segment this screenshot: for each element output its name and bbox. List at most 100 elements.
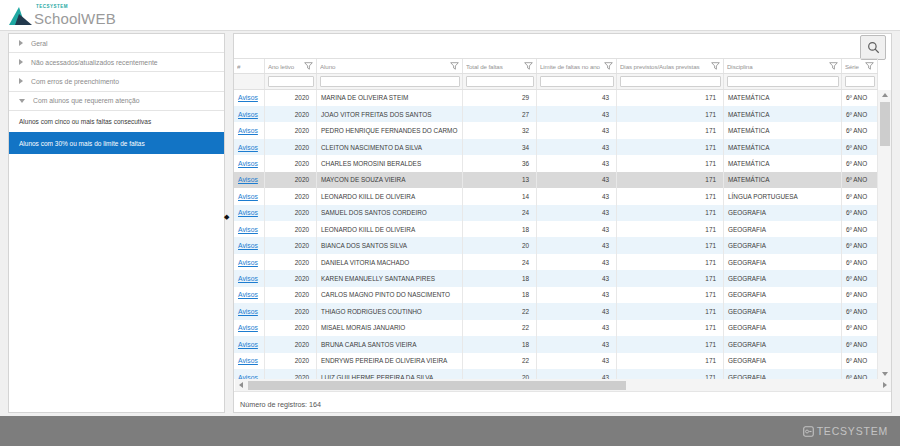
avisos-link[interactable]: Avisos xyxy=(238,160,258,167)
column-header-0[interactable]: # xyxy=(234,59,265,73)
filter-cell-2 xyxy=(317,74,463,89)
column-header-2[interactable]: Aluno xyxy=(317,59,463,73)
column-header-3[interactable]: Total de faltas xyxy=(463,59,537,73)
avisos-link[interactable]: Avisos xyxy=(238,209,258,216)
avisos-link[interactable]: Avisos xyxy=(238,127,258,134)
sidebar-section-1[interactable]: Não acessados/atualizados recentemente xyxy=(9,53,224,72)
vertical-scroll-thumb[interactable] xyxy=(880,102,890,146)
sidebar-section-2[interactable]: Com erros de preenchimento xyxy=(9,72,224,91)
filter-input-2[interactable] xyxy=(320,76,460,87)
table-row[interactable]: Avisos2020JOAO VITOR FREITAS DOS SANTOS2… xyxy=(234,106,878,122)
sidebar-section-0[interactable]: Geral xyxy=(9,34,224,53)
avisos-link[interactable]: Avisos xyxy=(238,176,258,183)
column-label: Ano letivo xyxy=(268,63,304,70)
avisos-link[interactable]: Avisos xyxy=(238,324,258,331)
table-row[interactable]: Avisos2020PEDRO HENRIQUE FERNANDES DO CA… xyxy=(234,122,878,138)
search-button[interactable] xyxy=(860,35,886,60)
cell-3: 29 xyxy=(463,90,537,106)
table-row[interactable]: Avisos2020CHARLES MOROSINI BERALDES36431… xyxy=(234,155,878,171)
cell-6: GEOGRAFIA xyxy=(724,336,842,352)
cell-7: 6º ANO xyxy=(842,237,878,253)
table-row[interactable]: Avisos2020MISAEL MORAIS JANUARIO2243171G… xyxy=(234,320,878,336)
vertical-scrollbar[interactable] xyxy=(878,90,891,380)
scroll-right-arrow[interactable] xyxy=(879,379,891,391)
table-row[interactable]: Avisos2020DANIELA VITORIA MACHADO2443171… xyxy=(234,254,878,270)
filter-input-1[interactable] xyxy=(268,76,314,87)
avisos-link[interactable]: Avisos xyxy=(238,341,258,348)
table-row[interactable]: Avisos2020ENDRYWS PEREIRA DE OLIVEIRA VI… xyxy=(234,353,878,369)
filter-input-4[interactable] xyxy=(540,76,614,87)
avisos-link[interactable]: Avisos xyxy=(238,94,258,101)
filter-funnel-icon[interactable] xyxy=(604,62,613,70)
avisos-link[interactable]: Avisos xyxy=(238,242,258,249)
filter-funnel-icon[interactable] xyxy=(450,62,459,70)
avisos-link[interactable]: Avisos xyxy=(238,144,258,151)
avisos-link[interactable]: Avisos xyxy=(238,291,258,298)
filter-funnel-icon[interactable] xyxy=(829,62,838,70)
cell-6: GEOGRAFIA xyxy=(724,303,842,319)
cell-1: 2020 xyxy=(265,122,317,138)
cell-6: MATEMÁTICA xyxy=(724,122,842,138)
cell-7: 6º ANO xyxy=(842,122,878,138)
column-header-4[interactable]: Limite de faltas no ano xyxy=(537,59,617,73)
cell-4: 43 xyxy=(537,122,617,138)
filter-input-7[interactable] xyxy=(845,76,875,87)
scroll-left-arrow[interactable] xyxy=(235,379,247,391)
cell-0: Avisos xyxy=(234,303,265,319)
table-row[interactable]: Avisos2020LEONARDO KIILL DE OLIVEIRA1843… xyxy=(234,221,878,237)
table-row[interactable]: Avisos2020LEONARDO KIILL DE OLIVEIRA1443… xyxy=(234,188,878,204)
cell-2: THIAGO RODRIGUES COUTINHO xyxy=(317,303,463,319)
column-header-7[interactable]: Série xyxy=(842,59,878,73)
table-row[interactable]: Avisos2020LUIZ GUILHERME PEREIRA DA SILV… xyxy=(234,369,878,379)
table-row[interactable]: Avisos2020BRUNA CARLA SANTOS VIEIRA18431… xyxy=(234,336,878,352)
cell-2: CHARLES MOROSINI BERALDES xyxy=(317,155,463,171)
table-row[interactable]: Avisos2020THIAGO RODRIGUES COUTINHO22431… xyxy=(234,303,878,319)
table-row[interactable]: Avisos2020MAYCON DE SOUZA VIEIRA1343171M… xyxy=(234,172,878,188)
avisos-link[interactable]: Avisos xyxy=(238,111,258,118)
filter-funnel-icon[interactable] xyxy=(524,62,533,70)
cell-2: ENDRYWS PEREIRA DE OLIVEIRA VIEIRA xyxy=(317,353,463,369)
sidebar-item-1[interactable]: Alunos com 30% ou mais do limite de falt… xyxy=(9,132,224,154)
table-row[interactable]: Avisos2020CARLOS MAGNO PINTO DO NASCIMEN… xyxy=(234,287,878,303)
avisos-link[interactable]: Avisos xyxy=(238,275,258,282)
cell-3: 18 xyxy=(463,221,537,237)
cell-7: 6º ANO xyxy=(842,139,878,155)
cell-0: Avisos xyxy=(234,254,265,270)
cell-1: 2020 xyxy=(265,155,317,171)
column-header-6[interactable]: Disciplina xyxy=(724,59,842,73)
horizontal-scrollbar[interactable] xyxy=(235,379,891,391)
filter-funnel-icon[interactable] xyxy=(865,62,874,70)
cell-3: 18 xyxy=(463,287,537,303)
cell-4: 43 xyxy=(537,303,617,319)
table-row[interactable]: Avisos2020CLEITON NASCIMENTO DA SILVA344… xyxy=(234,139,878,155)
avisos-link[interactable]: Avisos xyxy=(238,308,258,315)
scroll-down-arrow[interactable] xyxy=(878,368,891,379)
cell-6: GEOGRAFIA xyxy=(724,270,842,286)
filter-input-5[interactable] xyxy=(620,76,721,87)
avisos-link[interactable]: Avisos xyxy=(238,357,258,364)
filter-input-6[interactable] xyxy=(727,76,839,87)
sidebar-section-3[interactable]: Com alunos que requerem atenção xyxy=(9,92,224,111)
column-label: Série xyxy=(845,63,865,70)
sidebar-item-0[interactable]: Alunos com cinco ou mais faltas consecut… xyxy=(9,111,224,133)
filter-funnel-icon[interactable] xyxy=(304,62,313,70)
cell-4: 43 xyxy=(537,172,617,188)
column-header-1[interactable]: Ano letivo xyxy=(265,59,317,73)
table-row[interactable]: Avisos2020SAMUEL DOS SANTOS CORDEIRO2443… xyxy=(234,205,878,221)
horizontal-scroll-thumb[interactable] xyxy=(248,381,626,390)
cell-0: Avisos xyxy=(234,188,265,204)
scroll-up-arrow[interactable] xyxy=(878,90,891,101)
avisos-link[interactable]: Avisos xyxy=(238,259,258,266)
avisos-link[interactable]: Avisos xyxy=(238,226,258,233)
filter-funnel-icon[interactable] xyxy=(711,62,720,70)
table-row[interactable]: Avisos2020KAREN EMANUELLY SANTANA PIRES1… xyxy=(234,270,878,286)
status-bar: Número de registros: 164 xyxy=(234,391,891,412)
cell-7: 6º ANO xyxy=(842,303,878,319)
table-row[interactable]: Avisos2020BIANCA DOS SANTOS SILVA2043171… xyxy=(234,237,878,253)
cell-2: MARINA DE OLIVEIRA STEIM xyxy=(317,90,463,106)
table-row[interactable]: Avisos2020MARINA DE OLIVEIRA STEIM294317… xyxy=(234,90,878,106)
column-header-5[interactable]: Dias previstos/Aulas previstas xyxy=(617,59,724,73)
cell-6: GEOGRAFIA xyxy=(724,221,842,237)
filter-input-3[interactable] xyxy=(466,76,534,87)
avisos-link[interactable]: Avisos xyxy=(238,193,258,200)
